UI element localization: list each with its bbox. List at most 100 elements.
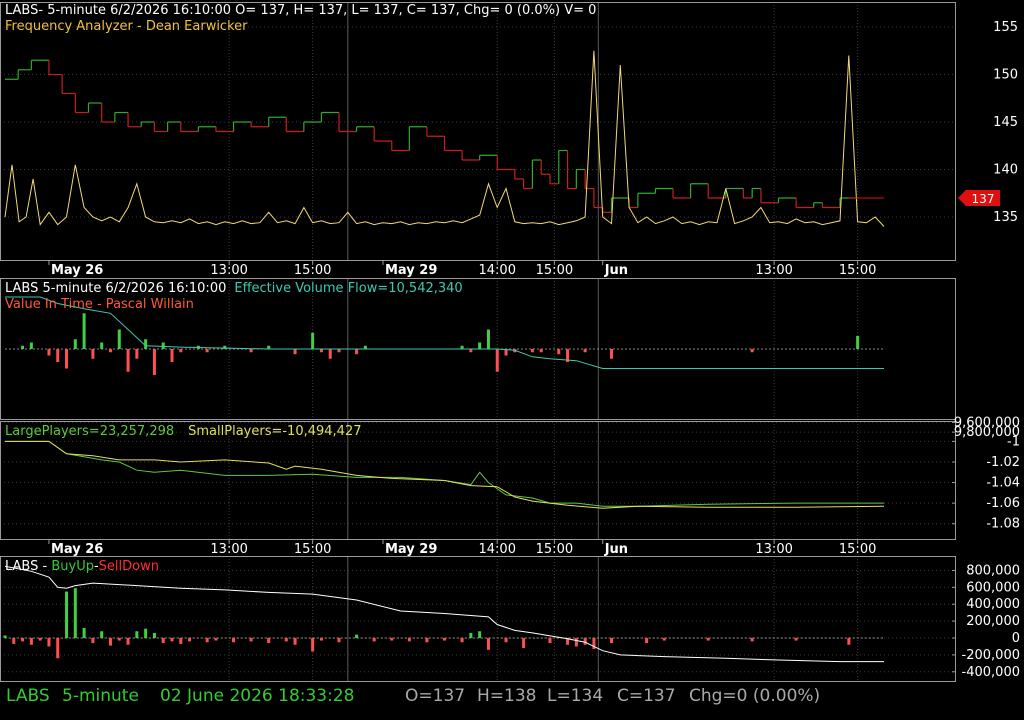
buyup-histogram-bar bbox=[372, 638, 376, 642]
x-tick-label: May 29 bbox=[385, 542, 437, 557]
buyup-histogram-bar bbox=[56, 638, 60, 659]
evf-histogram-bar bbox=[495, 349, 499, 372]
players-y-tick-label: -1 bbox=[1007, 434, 1020, 449]
evf-histogram-bar bbox=[539, 349, 543, 353]
price-y-tick-label: 140 bbox=[993, 163, 1018, 178]
buyup-histogram-bar bbox=[91, 638, 95, 644]
evf-histogram-bar bbox=[557, 349, 561, 355]
buyup-histogram-bar bbox=[706, 638, 710, 641]
buyup-histogram-bar bbox=[205, 638, 209, 643]
evf-header-value: Effective Volume Flow=10,542,340 bbox=[234, 281, 462, 296]
evf-histogram-bar bbox=[152, 349, 156, 375]
buyup-histogram-bar bbox=[12, 638, 16, 644]
evf-histogram-bar bbox=[179, 349, 183, 353]
evf-histogram-bar bbox=[355, 349, 359, 355]
chart-root: 135 140 145 150 155 137 May 26 13:00 15:00 May 29… bbox=[0, 0, 1024, 720]
small-players-label: SmallPlayers=-10,494,427 bbox=[188, 424, 361, 439]
buyup-histogram-bar bbox=[574, 638, 578, 647]
buyup-histogram-bar bbox=[232, 638, 236, 643]
evf-panel-header: LABS 5-minute 6/2/2026 16:10:00 Effective… bbox=[5, 281, 463, 296]
evf-histogram-bar bbox=[170, 349, 174, 362]
buyup-histogram-bar bbox=[214, 638, 218, 641]
buyup-histogram-bar bbox=[21, 638, 25, 642]
buyup-histogram-bar bbox=[548, 638, 552, 644]
buyup-histogram-bar bbox=[179, 638, 183, 644]
buyup-histogram-bar bbox=[390, 638, 394, 641]
x-tick-label: 15:00 bbox=[536, 542, 573, 557]
evf-histogram-bar bbox=[293, 349, 297, 355]
evf-histogram-bar bbox=[126, 349, 130, 372]
buyup-histogram-bar bbox=[610, 638, 614, 644]
buyup-histogram-bar bbox=[3, 635, 7, 638]
players-y-tick-label: -1.02 bbox=[986, 455, 1020, 470]
x-tick-label: May 29 bbox=[385, 263, 437, 278]
evf-histogram-bar bbox=[161, 342, 165, 349]
evf-histogram-bar bbox=[82, 313, 86, 349]
status-datetime: 02 June 2026 18:33:28 bbox=[160, 686, 355, 706]
status-change: Chg=0 (0.00%) bbox=[689, 686, 821, 706]
buyup-histogram-bar bbox=[249, 638, 253, 642]
evf-histogram-bar bbox=[91, 349, 95, 359]
buyup-y-tick-label: 200,000 bbox=[966, 614, 1020, 629]
status-symbol: LABS bbox=[6, 686, 50, 706]
buyup-histogram-bar bbox=[478, 631, 482, 638]
evf-histogram-bar bbox=[144, 339, 148, 349]
price-y-tick-label: 155 bbox=[993, 20, 1018, 35]
evf-histogram-bar bbox=[65, 349, 69, 369]
buyup-y-tick-label: -400,000 bbox=[962, 665, 1020, 680]
evf-histogram-bar bbox=[108, 349, 112, 353]
status-interval: 5-minute bbox=[62, 686, 139, 706]
status-high: H=138 bbox=[477, 686, 537, 706]
x-tick-label: Jun bbox=[604, 542, 628, 557]
x-tick-label: 15:00 bbox=[294, 263, 331, 278]
price-y-tick-label: 150 bbox=[993, 68, 1018, 83]
status-bar: LABS 5-minute 02 June 2026 18:33:28 O=13… bbox=[0, 682, 1024, 712]
buyup-y-tick-label: -200,000 bbox=[962, 648, 1020, 663]
buyup-histogram-bar bbox=[284, 638, 288, 642]
evf-histogram-bar bbox=[73, 339, 77, 349]
buyup-histogram-bar bbox=[355, 634, 359, 638]
evf-header-prefix: LABS 5-minute 6/2/2026 16:10:00 bbox=[5, 281, 226, 296]
buyup-histogram-bar bbox=[38, 638, 42, 641]
frequency-analyzer-title: Frequency Analyzer - Dean Earwicker bbox=[5, 19, 248, 34]
buyup-histogram-bar bbox=[47, 638, 51, 647]
evf-histogram-bar bbox=[530, 349, 534, 353]
evf-histogram-bar bbox=[21, 345, 25, 349]
evf-histogram-bar bbox=[56, 349, 60, 362]
buyup-histogram-bar bbox=[645, 638, 649, 644]
buyup-histogram-bar bbox=[135, 631, 139, 638]
x-tick-label: 15:00 bbox=[294, 542, 331, 557]
evf-histogram-bar bbox=[47, 349, 51, 356]
buyup-label: BuyUp bbox=[51, 559, 94, 574]
x-tick-label: Jun bbox=[604, 263, 628, 278]
evf-histogram-bar bbox=[29, 342, 33, 349]
value-in-time-title: Value In Time - Pascal Willain bbox=[5, 297, 194, 312]
evf-histogram-bar bbox=[117, 329, 121, 349]
players-y-tick-label: -1.04 bbox=[986, 476, 1020, 491]
buyup-histogram-bar bbox=[170, 638, 174, 642]
buyup-y-tick-label: 0 bbox=[1012, 631, 1020, 646]
buyup-histogram-bar bbox=[460, 638, 464, 643]
buyup-histogram-bar bbox=[337, 638, 341, 643]
x-tick-label: May 26 bbox=[51, 263, 103, 278]
buyup-histogram-bar bbox=[65, 591, 69, 638]
evf-histogram-bar bbox=[249, 349, 253, 353]
buyup-histogram-bar bbox=[161, 638, 165, 644]
buyup-histogram-bar bbox=[443, 638, 446, 641]
buyup-histogram-bar bbox=[407, 638, 411, 642]
price-y-tick-label: 135 bbox=[993, 210, 1018, 225]
buyup-histogram-bar bbox=[522, 638, 526, 649]
evf-histogram-bar bbox=[486, 329, 490, 349]
buyup-panel-header: LABS - BuyUp-SellDown bbox=[5, 559, 159, 574]
evf-histogram-bar bbox=[205, 349, 209, 353]
x-tick-label: 13:00 bbox=[755, 542, 792, 557]
buyup-y-tick-label: 800,000 bbox=[966, 563, 1020, 578]
buyup-histogram-bar bbox=[293, 638, 297, 645]
buyup-histogram-bar bbox=[504, 638, 508, 643]
evf-histogram-bar bbox=[328, 349, 332, 359]
buyup-histogram-bar bbox=[188, 638, 192, 642]
x-tick-label: 13:00 bbox=[210, 263, 247, 278]
buyup-histogram-bar bbox=[117, 638, 121, 641]
x-tick-label: 14:00 bbox=[479, 263, 516, 278]
evf-histogram-bar bbox=[856, 336, 860, 349]
